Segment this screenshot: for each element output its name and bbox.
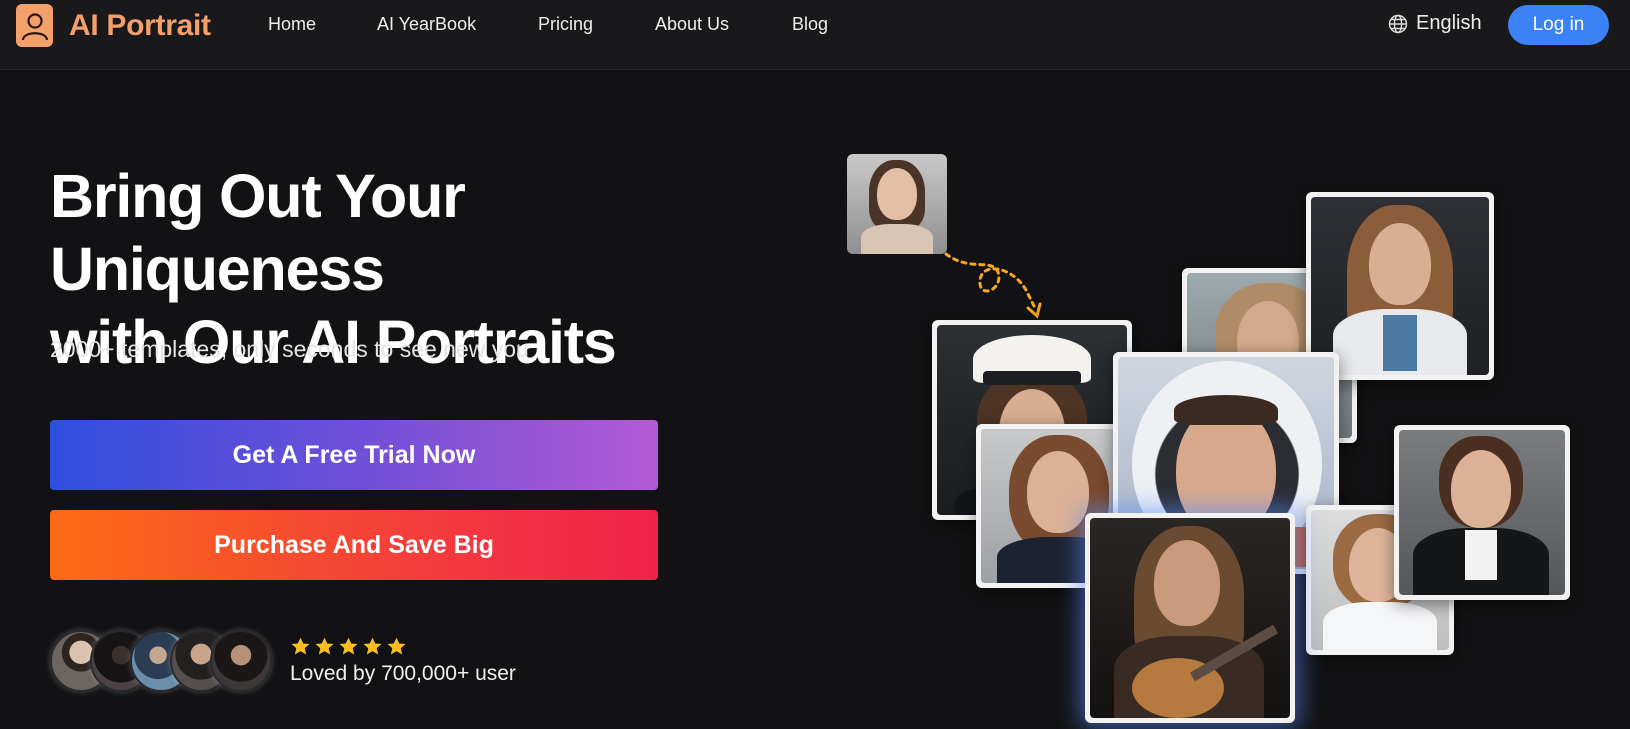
purchase-button[interactable]: Purchase And Save Big bbox=[50, 510, 658, 580]
nav-home[interactable]: Home bbox=[268, 14, 316, 35]
top-navigation: AI Portrait Home AI YearBook Pricing Abo… bbox=[0, 0, 1630, 70]
business-portrait bbox=[1394, 425, 1570, 600]
avatar bbox=[210, 630, 272, 692]
login-button[interactable]: Log in bbox=[1508, 5, 1609, 45]
brand-logo[interactable]: AI Portrait bbox=[16, 4, 211, 47]
user-avatars bbox=[50, 630, 280, 692]
social-proof-text: Loved by 700,000+ user bbox=[290, 662, 516, 685]
nav-about-us[interactable]: About Us bbox=[655, 14, 729, 35]
guitarist-portrait bbox=[1085, 513, 1295, 723]
star-icon bbox=[291, 637, 310, 655]
star-icon bbox=[315, 637, 334, 655]
star-icon bbox=[387, 637, 406, 655]
language-selector[interactable]: English bbox=[1388, 12, 1482, 35]
language-label: English bbox=[1416, 12, 1482, 34]
globe-icon bbox=[1388, 14, 1408, 33]
nav-blog[interactable]: Blog bbox=[792, 14, 828, 35]
hero-title-line1: Bring Out Your Uniqueness bbox=[50, 162, 466, 303]
rating-stars bbox=[290, 636, 407, 657]
source-photo bbox=[847, 154, 947, 254]
brand-name: AI Portrait bbox=[69, 8, 211, 42]
free-trial-button[interactable]: Get A Free Trial Now bbox=[50, 420, 658, 490]
nav-pricing[interactable]: Pricing bbox=[538, 14, 593, 35]
star-icon bbox=[363, 637, 382, 655]
nav-ai-yearbook[interactable]: AI YearBook bbox=[377, 14, 476, 35]
user-icon bbox=[16, 4, 53, 47]
dotted-arrow bbox=[944, 252, 1042, 319]
hero-subtitle: 2000+ templates, only seconds to see new… bbox=[50, 336, 529, 362]
star-icon bbox=[339, 637, 358, 655]
